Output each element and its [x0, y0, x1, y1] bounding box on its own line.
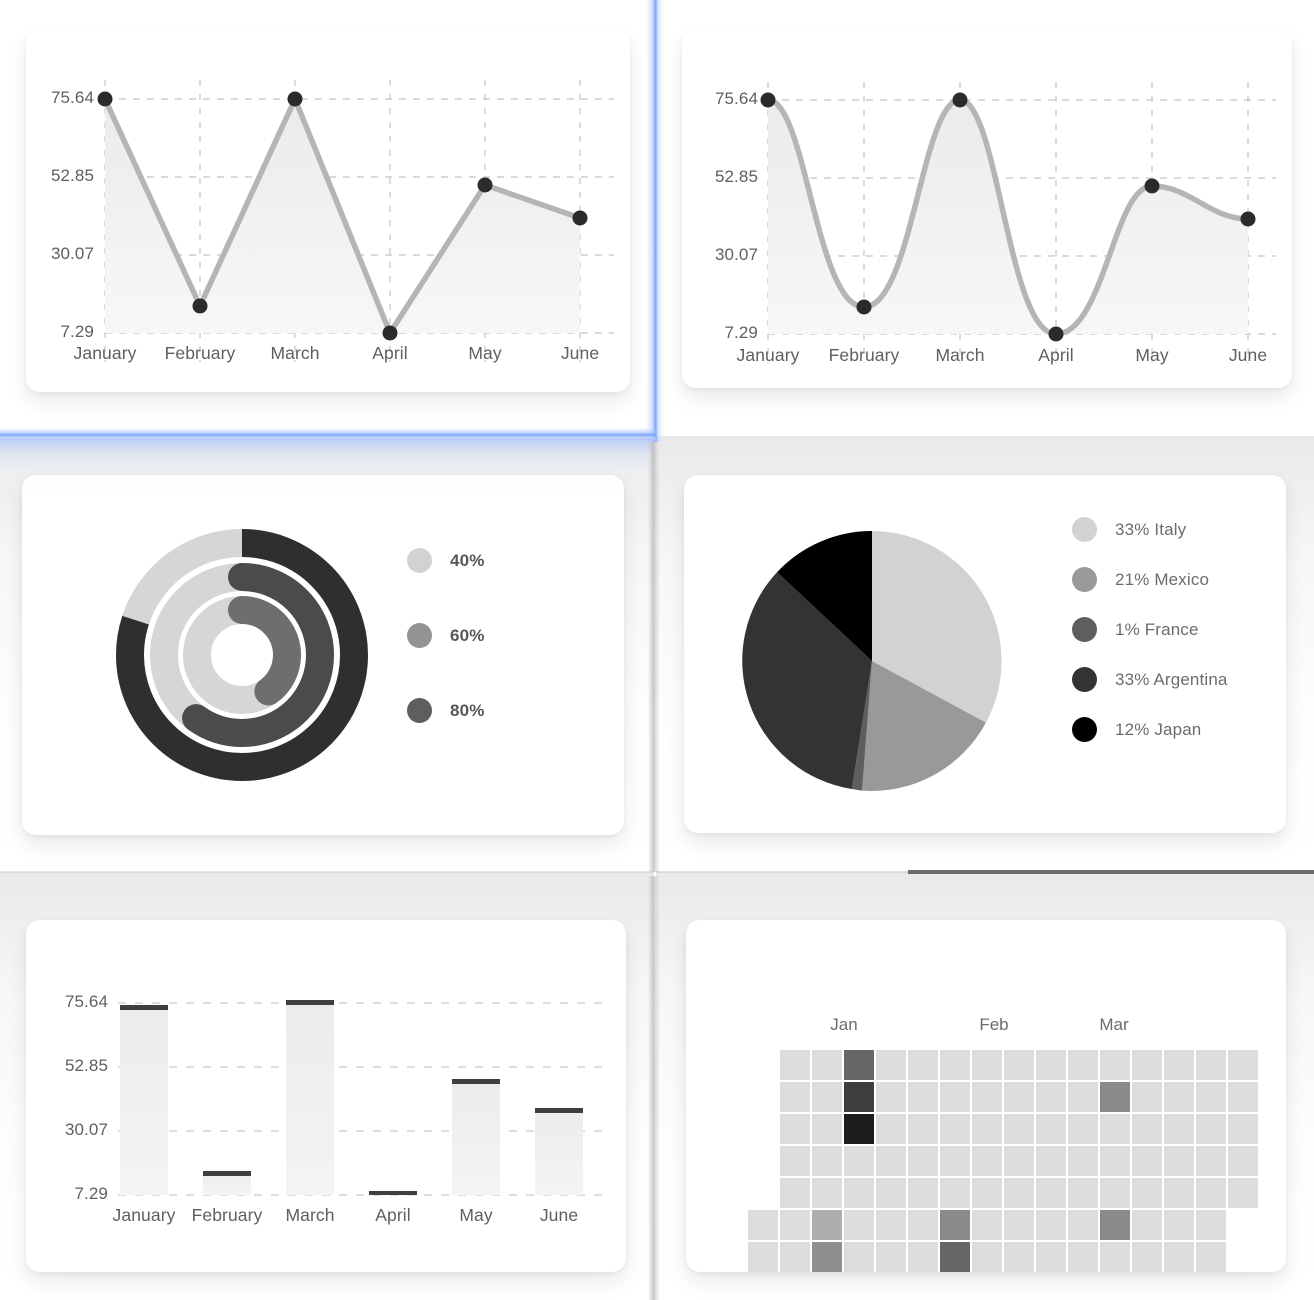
spline-ytick-2: 30.07 — [714, 245, 758, 264]
spline-chart-svg — [760, 82, 1276, 363]
bar-ytick-3: 7.29 — [74, 1184, 108, 1203]
bar-ytick-2: 30.07 — [64, 1120, 108, 1139]
legend-swatch-icon — [407, 623, 432, 648]
radial-legend-item-60[interactable]: 60% — [407, 623, 484, 648]
bar-march[interactable] — [286, 1000, 334, 1195]
heatmap-grid[interactable] — [748, 1050, 1258, 1272]
bar-ytick-0: 75.64 — [64, 992, 108, 1011]
pie-legend-item-italy[interactable]: 33% Italy — [1072, 517, 1186, 542]
pie-legend-label-japan: 12% Japan — [1115, 719, 1202, 739]
line-ytick-0: 75.64 — [50, 88, 94, 107]
legend-swatch-icon — [1072, 617, 1097, 642]
bar-february[interactable] — [203, 1171, 251, 1195]
radial-legend-item-40[interactable]: 40% — [407, 548, 484, 573]
radial-legend-item-80[interactable]: 80% — [407, 698, 484, 723]
legend-swatch-icon — [1072, 567, 1097, 592]
radial-legend-label-80: 80% — [450, 700, 485, 720]
spline-chart-area — [768, 100, 1248, 334]
bar-january[interactable] — [120, 1005, 168, 1195]
radial-chart-card[interactable]: 40% 60% 80% — [22, 475, 624, 835]
heatmap-svg — [748, 1050, 1258, 1272]
pie-legend-label-france: 1% France — [1115, 619, 1199, 639]
panel-pie-chart: 33% Italy 21% Mexico 1% France 33% Argen… — [654, 436, 1314, 872]
pie-chart-card[interactable]: 33% Italy 21% Mexico 1% France 33% Argen… — [684, 475, 1286, 833]
spline-ytick-1: 52.85 — [714, 167, 758, 186]
pie-legend-item-mexico[interactable]: 21% Mexico — [1072, 567, 1209, 592]
pie-legend-item-argentina[interactable]: 33% Argentina — [1072, 667, 1228, 692]
bar-ytick-1: 52.85 — [64, 1056, 108, 1075]
pie-legend-item-france[interactable]: 1% France — [1072, 617, 1199, 642]
legend-swatch-icon — [1072, 517, 1097, 542]
panel-divider-vertical-mid — [648, 442, 660, 872]
spline-chart-card[interactable]: 75.64 52.85 30.07 7.29 January February … — [682, 30, 1292, 388]
legend-swatch-icon — [1072, 667, 1097, 692]
pie-legend-label-argentina: 33% Argentina — [1115, 669, 1228, 689]
line-ytick-2: 30.07 — [50, 244, 94, 263]
legend-swatch-icon — [407, 698, 432, 723]
bar-xtick-june: June — [539, 1205, 579, 1225]
heatmap-panel-top-edge — [908, 870, 1314, 874]
panel-spline-chart: 75.64 52.85 30.07 7.29 January February … — [660, 0, 1314, 436]
chart-gallery-stage: 75.64 52.85 30.07 7.29 January February … — [0, 0, 1314, 1300]
panel-divider-vertical-accent — [646, 0, 664, 442]
radial-rings-svg — [116, 529, 368, 781]
bar-april[interactable] — [369, 1191, 417, 1195]
panel-line-chart: 75.64 52.85 30.07 7.29 January February … — [0, 0, 654, 436]
heatmap-panel-top-edge-soft — [656, 871, 908, 873]
pie-chart-svg — [742, 531, 1002, 791]
line-ytick-1: 52.85 — [50, 166, 94, 185]
pie-legend-label-mexico: 21% Mexico — [1115, 569, 1210, 589]
spline-ytick-3: 7.29 — [724, 323, 758, 342]
radial-legend-label-40: 40% — [450, 550, 485, 570]
pie-legend: 33% Italy 21% Mexico 1% France 33% Argen… — [1072, 475, 1302, 833]
line-ytick-3: 7.29 — [60, 322, 94, 341]
radial-legend: 40% 60% 80% — [407, 475, 617, 835]
legend-swatch-icon — [407, 548, 432, 573]
line-chart-svg — [97, 80, 614, 362]
legend-swatch-icon — [1072, 717, 1097, 742]
panel-divider-vertical-bottom — [648, 876, 660, 1300]
bar-y-gridlines — [118, 1002, 602, 1196]
radial-legend-label-60: 60% — [450, 625, 485, 645]
bar-panel-top-edge — [0, 871, 654, 873]
bar-june[interactable] — [535, 1108, 583, 1195]
heatmap-card[interactable]: Jan Feb Mar — [686, 920, 1286, 1272]
panel-accent-wash — [0, 438, 654, 502]
panel-bar-chart: 75.64 52.85 30.07 7.29 January February … — [0, 872, 654, 1300]
pie-legend-label-italy: 33% Italy — [1115, 519, 1187, 539]
panel-heatmap: Jan Feb Mar — [656, 872, 1314, 1300]
bar-chart-card[interactable]: 75.64 52.85 30.07 7.29 January February … — [26, 920, 626, 1272]
line-chart-card[interactable]: 75.64 52.85 30.07 7.29 January February … — [26, 30, 630, 392]
spline-xtick-june: June — [1228, 345, 1268, 365]
line-xtick-june: June — [560, 343, 600, 363]
bar-may[interactable] — [452, 1079, 500, 1195]
spline-ytick-0: 75.64 — [714, 89, 758, 108]
pie-legend-item-japan[interactable]: 12% Japan — [1072, 717, 1201, 742]
